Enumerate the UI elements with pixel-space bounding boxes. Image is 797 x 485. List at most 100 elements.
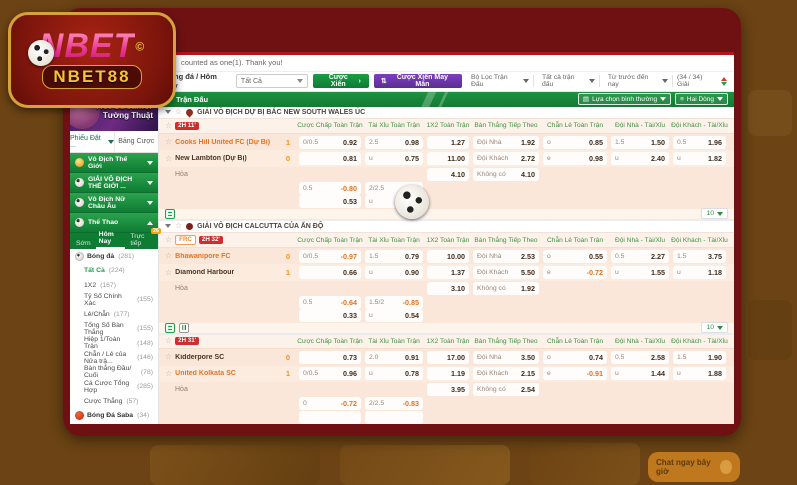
odds-handicap[interactable]: 0.73 [299,351,361,364]
odds-away-ou[interactable]: u1.88 [673,367,726,380]
odds-odd-even[interactable]: o0.74 [543,351,607,364]
odds-handicap[interactable]: 0.66 [299,266,361,279]
sidebar-item-first-last-goal[interactable]: Bàn thắng Đầu/ Cuối(78) [70,365,158,380]
favorite-star-icon[interactable]: ☆ [165,337,172,345]
odds-next-goal-none[interactable]: Không có2.54 [473,383,539,396]
view-rows-dropdown[interactable]: ≡ Hai Dòng [675,93,728,105]
odds-over-under[interactable]: u0.90 [365,266,423,279]
time-range-dropdown[interactable]: Từ trước đến nay [604,75,673,87]
favorite-star-icon[interactable]: ☆ [165,155,172,163]
odds-handicap[interactable]: 0-0.72 [299,397,361,410]
odds-away-ou[interactable]: 1.53.75 [673,250,726,263]
odds-home-ou[interactable]: 1.51.50 [611,136,669,149]
chat-widget[interactable]: Chat ngay bây giờ [648,452,740,482]
odds-home-ou[interactable]: u2.40 [611,152,669,165]
odds-home-ou[interactable]: 0.52.58 [611,351,669,364]
odds-handicap[interactable]: 0/0.50.96 [299,367,361,380]
odds-over-under[interactable]: u0.75 [365,152,423,165]
sport-select[interactable]: Tất Cả [236,74,308,88]
stats-icon[interactable] [165,209,175,219]
favorite-star-icon[interactable]: ☆ [165,122,172,130]
odds-away-ou[interactable]: u1.18 [673,266,726,279]
odds-over-under[interactable]: 2.50.98 [365,136,423,149]
lucky-parlay-button[interactable]: ⇅ Cược Xiên May Mắn [374,74,462,88]
odds-1x2[interactable]: 1.37 [427,266,469,279]
odds-1x2-draw[interactable]: 3.95 [427,383,469,396]
odds-1x2[interactable]: 17.00 [427,351,469,364]
odds-over-under[interactable] [365,411,423,424]
odds-home-ou[interactable]: 0.52.27 [611,250,669,263]
odds-next-goal[interactable]: Đội Nhà2.53 [473,250,539,263]
accordion-world-cup[interactable]: Vô Địch Thế Giới [70,153,158,173]
favorite-star-icon[interactable]: ☆ [165,269,172,277]
odds-over-under[interactable]: 1.5/2-0.85 [365,296,423,309]
sidebar-item-correct-score[interactable]: Tỷ Số Chính Xác(155) [70,293,158,308]
favorite-star-icon[interactable]: ☆ [175,108,182,116]
accordion-world-championship[interactable]: GIẢI VÔ ĐỊCH THẾ GIỚI ... [70,173,158,193]
odds-handicap[interactable]: 0/0.50.92 [299,136,361,149]
accordion-womens-euro[interactable]: Vô Địch Nữ Châu Âu [70,193,158,213]
view-normal-dropdown[interactable]: ▤ Lựa chọn bình thường [578,93,671,105]
odds-next-goal[interactable]: Đội Khách5.50 [473,266,539,279]
parlay-button[interactable]: Cược Xiên› [313,74,369,88]
odds-over-under[interactable]: u0.54 [365,309,423,322]
odds-over-under[interactable]: 2.00.91 [365,351,423,364]
tab-early[interactable]: Sớm [73,238,94,249]
favorite-star-icon[interactable]: ☆ [165,236,172,244]
odds-next-goal[interactable]: Đội Khách2.15 [473,367,539,380]
odds-1x2[interactable]: 1.19 [427,367,469,380]
pagesize-dropdown[interactable]: 10 [701,322,728,333]
favorite-star-icon[interactable]: ☆ [165,353,172,361]
odds-next-goal[interactable]: Đội Nhà3.50 [473,351,539,364]
odds-1x2[interactable]: 11.00 [427,152,469,165]
sidebar-item-total-goals[interactable]: Tổng Số Bàn Thắng(155) [70,322,158,337]
odds-handicap[interactable]: 0.33 [299,309,361,322]
odds-home-ou[interactable]: u1.44 [611,367,669,380]
odds-next-goal-none[interactable]: Không có4.10 [473,168,539,181]
odds-handicap[interactable]: 0.5-0.80 [299,182,361,195]
league-header[interactable]: ☆ GIẢI VÔ ĐỊCH DỰ BỊ BẮC NEW SOUTH WALES… [159,107,734,120]
sidebar-item-1x2[interactable]: 1X2(167) [70,278,158,293]
odds-over-under[interactable]: u0.78 [365,367,423,380]
sidebar-item-all[interactable]: Tất Cả(224) [70,264,158,279]
odds-home-ou[interactable]: u1.55 [611,266,669,279]
odds-handicap[interactable]: 0.53 [299,195,361,208]
favorite-star-icon[interactable]: ☆ [165,138,172,146]
tab-bet-board[interactable]: Bảng Cược [114,131,159,152]
favorite-star-icon[interactable]: ☆ [165,370,172,378]
odds-odd-even[interactable]: e-0.72 [543,266,607,279]
odds-over-under[interactable]: 1.50.79 [365,250,423,263]
tab-live[interactable]: Trực tiếp 26 [127,231,155,249]
sidebar-item-mix-parlay[interactable]: Cá Cược Tổng Hợp(285) [70,380,158,395]
odds-handicap[interactable] [299,411,361,424]
sidebar-item-outright[interactable]: Cược Thẳng(57) [70,394,158,409]
league-header[interactable]: ☆ GIẢI VÔ ĐỊCH CALCUTTA CỦA ẤN ĐỘ [159,221,734,234]
sidebar-item-ht-ft[interactable]: Hiệp 1/Toàn Trận(148) [70,336,158,351]
favorite-star-icon[interactable]: ☆ [175,222,182,230]
odds-over-under[interactable]: 2/2.5-0.83 [365,397,423,410]
stats-icon[interactable] [165,323,175,333]
odds-handicap[interactable]: 0.81 [299,152,361,165]
tab-bet-slip[interactable]: Phiếu Đặt ... [70,131,114,152]
odds-odd-even[interactable]: o0.85 [543,136,607,149]
search-input[interactable]: counted as one(1). Thank you! [181,58,283,67]
odds-1x2-draw[interactable]: 4.10 [427,168,469,181]
odds-odd-even[interactable]: e-0.91 [543,367,607,380]
odds-next-goal[interactable]: Đội Khách2.72 [473,152,539,165]
sidebar-item-half-odd-even[interactable]: Chẵn / Lẻ của Nửa trậ...(146) [70,351,158,366]
odds-next-goal-none[interactable]: Không có1.92 [473,282,539,295]
odds-1x2-draw[interactable]: 3.10 [427,282,469,295]
odds-away-ou[interactable]: 1.51.90 [673,351,726,364]
odds-handicap[interactable]: 0/0.5-0.97 [299,250,361,263]
odds-odd-even[interactable]: o0.55 [543,250,607,263]
odds-1x2[interactable]: 10.00 [427,250,469,263]
odds-next-goal[interactable]: Đội Nhà1.92 [473,136,539,149]
all-matches-dropdown[interactable]: Tất cả trận đấu [538,75,600,87]
sidebar-item-odd-even[interactable]: Lẻ/Chẵn(177) [70,307,158,322]
favorite-star-icon[interactable]: ☆ [165,252,172,260]
odds-away-ou[interactable]: u1.82 [673,152,726,165]
odds-away-ou[interactable]: 0.51.96 [673,136,726,149]
pagesize-dropdown[interactable]: 10 [701,208,728,219]
odds-odd-even[interactable]: e0.98 [543,152,607,165]
sidebar-item-saba-football[interactable]: Bóng Đá Saba(34) [70,409,158,424]
